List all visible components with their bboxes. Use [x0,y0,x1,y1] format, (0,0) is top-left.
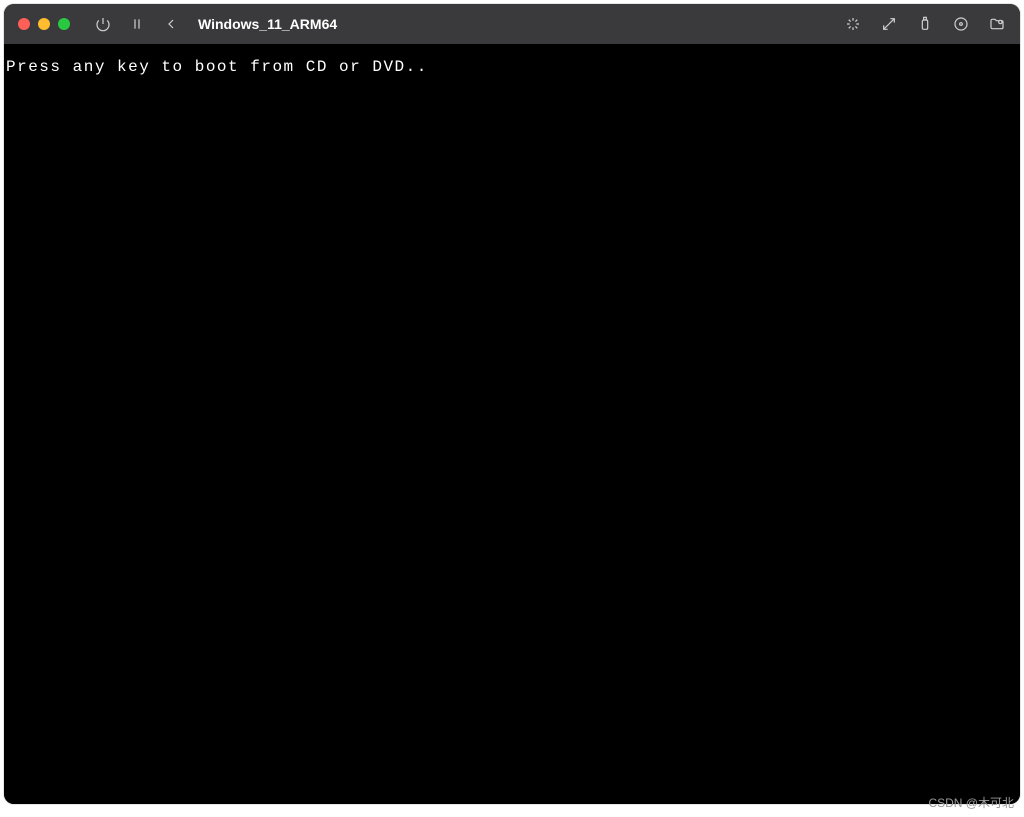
activity-icon[interactable] [844,15,862,33]
fullscreen-icon[interactable] [880,15,898,33]
window-title: Windows_11_ARM64 [198,16,337,32]
boot-message: Press any key to boot from CD or DVD.. [6,58,428,76]
close-button[interactable] [18,18,30,30]
pause-icon[interactable] [128,15,146,33]
titlebar-right-controls [844,15,1006,33]
vm-content[interactable]: Press any key to boot from CD or DVD.. [4,44,1020,804]
disc-icon[interactable] [952,15,970,33]
back-icon[interactable] [162,15,180,33]
titlebar: Windows_11_ARM64 [4,4,1020,44]
titlebar-left-controls [94,15,180,33]
minimize-button[interactable] [38,18,50,30]
watermark: CSDN @木可北 [928,794,1014,811]
folder-icon[interactable] [988,15,1006,33]
vm-window: Windows_11_ARM64 Press any key to boot f… [4,4,1020,804]
usb-icon[interactable] [916,15,934,33]
traffic-lights [18,18,70,30]
power-icon[interactable] [94,15,112,33]
maximize-button[interactable] [58,18,70,30]
